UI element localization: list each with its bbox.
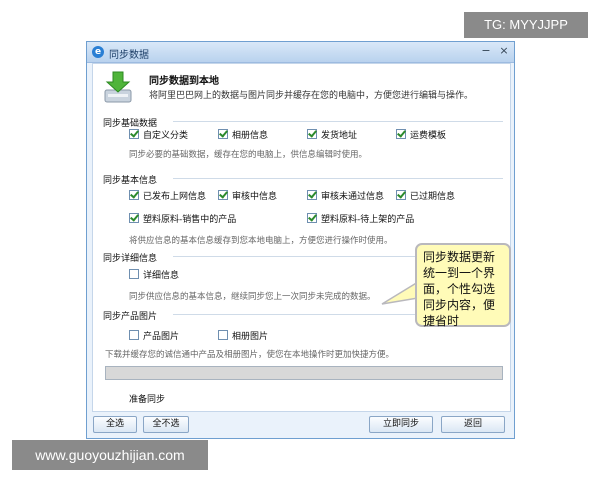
section-title-basic-info: 同步基本信息: [103, 176, 158, 186]
header-description: 将阿里巴巴网上的数据与图片同步并缓存在您的电脑中，方便您进行编辑与操作。: [149, 91, 474, 101]
checkbox-expired-info[interactable]: 已过期信息: [396, 189, 455, 202]
checkbox-checked-icon: [307, 190, 317, 200]
window-title: 同步数据: [109, 50, 149, 61]
checkbox-custom-category[interactable]: 自定义分类: [129, 128, 188, 141]
checkbox-freight-template[interactable]: 运费模板: [396, 128, 446, 141]
section-description-product-images: 下载并缓存您的诚信通中产品及相册图片，使您在本地操作时更加快捷方便。: [105, 350, 395, 360]
restore-button[interactable]: −: [479, 45, 493, 59]
title-bar[interactable]: e 同步数据 − ×: [87, 42, 514, 63]
feature-tooltip: 同步数据更新统一到一个界面，个性勾选同步内容，便捷省时: [415, 243, 511, 328]
checkbox-checked-icon: [307, 213, 317, 223]
checkbox-unchecked-icon: [218, 330, 228, 340]
checkbox-album-info[interactable]: 相册信息: [218, 128, 268, 141]
divider: [173, 178, 503, 179]
sync-now-button[interactable]: 立即同步: [369, 416, 433, 433]
section-description-basic-info: 将供应信息的基本信息缓存到您本地电脑上，方便您进行操作时使用。: [129, 236, 393, 246]
checkbox-checked-icon: [129, 129, 139, 139]
checkbox-shipping-address[interactable]: 发货地址: [307, 128, 357, 141]
section-title-detail-info: 同步详细信息: [103, 254, 158, 264]
section-title-product-images: 同步产品图片: [103, 312, 158, 322]
checkbox-detail-info[interactable]: 详细信息: [129, 268, 179, 281]
sync-progress-bar: [105, 366, 503, 380]
checkbox-product-images[interactable]: 产品图片: [129, 329, 179, 342]
back-button[interactable]: 返回: [441, 416, 505, 433]
header-title: 同步数据到本地: [149, 76, 219, 87]
checkbox-checked-icon: [218, 129, 228, 139]
sync-status: 准备同步: [129, 395, 166, 405]
progress-fill: [106, 367, 502, 379]
checkbox-checked-icon: [129, 213, 139, 223]
checkbox-plastics-pending[interactable]: 塑料原料-待上架的产品: [307, 212, 414, 225]
sync-data-window: e 同步数据 − × 同步数据到本地 将阿里巴巴网上的数据与图片同步并缓存在您的…: [86, 41, 515, 439]
checkbox-unchecked-icon: [129, 269, 139, 279]
download-to-disk-icon: [104, 71, 132, 103]
checkbox-plastics-on-sale[interactable]: 塑料原料-销售中的产品: [129, 212, 236, 225]
checkbox-checked-icon: [396, 190, 406, 200]
checkbox-checked-icon: [396, 129, 406, 139]
checkbox-review-rejected[interactable]: 审核未通过信息: [307, 189, 384, 202]
browser-e-icon: e: [92, 46, 104, 58]
divider: [173, 121, 503, 122]
tooltip-pointer: [381, 280, 419, 305]
checkbox-published-info[interactable]: 已发布上网信息: [129, 189, 206, 202]
checkbox-unchecked-icon: [129, 330, 139, 340]
deselect-all-button[interactable]: 全不选: [143, 416, 189, 433]
checkbox-checked-icon: [129, 190, 139, 200]
close-button[interactable]: ×: [497, 45, 511, 59]
checkbox-album-images[interactable]: 相册图片: [218, 329, 268, 342]
content-panel: 同步数据到本地 将阿里巴巴网上的数据与图片同步并缓存在您的电脑中，方便您进行编辑…: [92, 63, 511, 412]
checkbox-checked-icon: [307, 129, 317, 139]
section-description-basic-data: 同步必要的基础数据，缓存在您的电脑上，供信息编辑时使用。: [129, 150, 368, 160]
select-all-button[interactable]: 全选: [93, 416, 137, 433]
checkbox-checked-icon: [218, 190, 228, 200]
checkbox-under-review[interactable]: 审核中信息: [218, 189, 277, 202]
watermark-bottom: www.guoyouzhijian.com: [12, 440, 208, 470]
section-description-detail-info: 同步供应信息的基本信息，继续同步您上一次同步未完成的数据。: [129, 292, 376, 302]
watermark-top: TG: MYYJJPP: [464, 12, 588, 38]
